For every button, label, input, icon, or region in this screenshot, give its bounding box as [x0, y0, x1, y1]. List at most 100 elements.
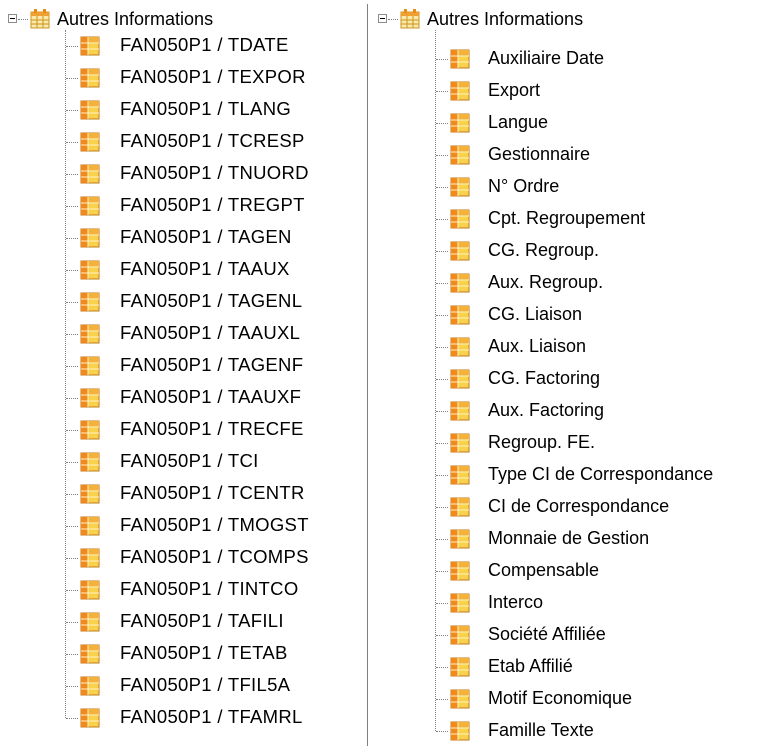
collapse-expander-icon[interactable]	[378, 14, 387, 23]
tree-item-label: Monnaie de Gestion	[488, 528, 650, 548]
tree-item-label: FAN050P1 / TINTCO	[120, 578, 299, 599]
tree-connector	[66, 462, 78, 463]
field-icon	[449, 80, 471, 102]
field-icon	[79, 387, 101, 409]
tree-connector	[436, 539, 448, 540]
tree-item-label: Famille Texte	[488, 720, 594, 740]
tree-connector	[66, 110, 78, 111]
field-icon	[449, 400, 471, 422]
field-icon	[79, 163, 101, 185]
field-icon	[449, 208, 471, 230]
field-icon	[449, 720, 471, 742]
tree-item-label: Aux. Factoring	[488, 400, 605, 420]
tree-connector	[18, 19, 28, 20]
tree-item-label: Gestionnaire	[488, 144, 591, 164]
tree-connector-vertical	[65, 30, 66, 718]
tree-item-label: FAN050P1 / TDATE	[120, 34, 289, 55]
field-icon	[449, 112, 471, 134]
tree-connector	[436, 635, 448, 636]
tree-connector	[66, 270, 78, 271]
field-icon	[79, 707, 101, 729]
tree-connector	[436, 475, 448, 476]
tree-connector	[66, 238, 78, 239]
tree-item-label: FAN050P1 / TFIL5A	[120, 674, 291, 695]
field-icon	[449, 464, 471, 486]
tree-connector	[436, 187, 448, 188]
tree-connector	[66, 366, 78, 367]
tree-connector	[436, 603, 448, 604]
tree-item-label: FAN050P1 / TCI	[120, 450, 259, 471]
tree-item-label: Etab Affilié	[488, 656, 573, 676]
field-icon	[449, 336, 471, 358]
tree-connector	[436, 315, 448, 316]
tree-connector	[436, 123, 448, 124]
tree-item-label: Type CI de Correspondance	[488, 464, 714, 484]
panel-divider	[367, 4, 368, 746]
tree-item-label: FAN050P1 / TEXPOR	[120, 66, 306, 87]
tree-connector	[66, 718, 78, 719]
tree-connector	[66, 590, 78, 591]
field-icon	[449, 592, 471, 614]
tree-connector	[66, 334, 78, 335]
tree-connector	[66, 206, 78, 207]
tree-connector	[66, 558, 78, 559]
tree-item-label: FAN050P1 / TAGENF	[120, 354, 304, 375]
field-icon	[79, 227, 101, 249]
tree-item-label: FAN050P1 / TRECFE	[120, 418, 304, 439]
tree-connector	[388, 19, 398, 20]
field-icon	[449, 240, 471, 262]
field-icon	[79, 547, 101, 569]
tree-item-label: Interco	[488, 592, 544, 612]
collapse-expander-icon[interactable]	[8, 14, 17, 23]
left-tree-root-label: Autres Informations	[57, 9, 214, 29]
field-icon	[449, 368, 471, 390]
tree-item-label: Aux. Liaison	[488, 336, 587, 356]
tree-connector	[436, 283, 448, 284]
tree-item-label: FAN050P1 / TAFILI	[120, 610, 284, 631]
tree-connector	[436, 443, 448, 444]
tree-item-label: FAN050P1 / TAGEN	[120, 226, 292, 247]
tree-connector	[66, 622, 78, 623]
tree-item-label: N° Ordre	[488, 176, 560, 196]
tree-item-label: FAN050P1 / TAAUXF	[120, 386, 302, 407]
field-icon	[449, 272, 471, 294]
tree-item-label: CG. Regroup.	[488, 240, 600, 260]
tree-connector	[66, 654, 78, 655]
field-icon	[79, 35, 101, 57]
tree-connector	[436, 507, 448, 508]
left-tree-view: Autres Informations FAN050P1 / TDATE FAN0…	[0, 0, 362, 749]
tree-item-label: CI de Correspondance	[488, 496, 670, 516]
tree-item-label: CG. Liaison	[488, 304, 583, 324]
tree-item-label: Aux. Regroup.	[488, 272, 604, 292]
tree-item-label: Compensable	[488, 560, 600, 580]
field-icon	[449, 432, 471, 454]
tree-connector-vertical	[435, 30, 436, 731]
field-icon	[79, 131, 101, 153]
tree-item-label: FAN050P1 / TETAB	[120, 642, 288, 663]
field-icon	[449, 144, 471, 166]
field-icon	[449, 496, 471, 518]
field-icon	[79, 643, 101, 665]
tree-connector	[436, 571, 448, 572]
field-icon	[449, 304, 471, 326]
tree-connector	[66, 494, 78, 495]
tree-connector	[436, 347, 448, 348]
field-icon	[79, 451, 101, 473]
tree-connector	[436, 667, 448, 668]
field-icon	[449, 528, 471, 550]
tree-connector	[66, 686, 78, 687]
field-icon	[449, 624, 471, 646]
tree-connector	[66, 142, 78, 143]
tree-item-label: Export	[488, 80, 541, 100]
tree-item-label: FAN050P1 / TCRESP	[120, 130, 305, 151]
tree-connector	[436, 155, 448, 156]
tree-item-label: FAN050P1 / TAGENL	[120, 290, 303, 311]
field-icon	[79, 291, 101, 313]
tree-item-label: FAN050P1 / TCENTR	[120, 482, 305, 503]
tree-connector	[436, 251, 448, 252]
tree-connector	[66, 46, 78, 47]
field-icon	[79, 579, 101, 601]
field-icon	[79, 419, 101, 441]
tree-item-label: CG. Factoring	[488, 368, 601, 388]
tree-item-label: Langue	[488, 112, 549, 132]
